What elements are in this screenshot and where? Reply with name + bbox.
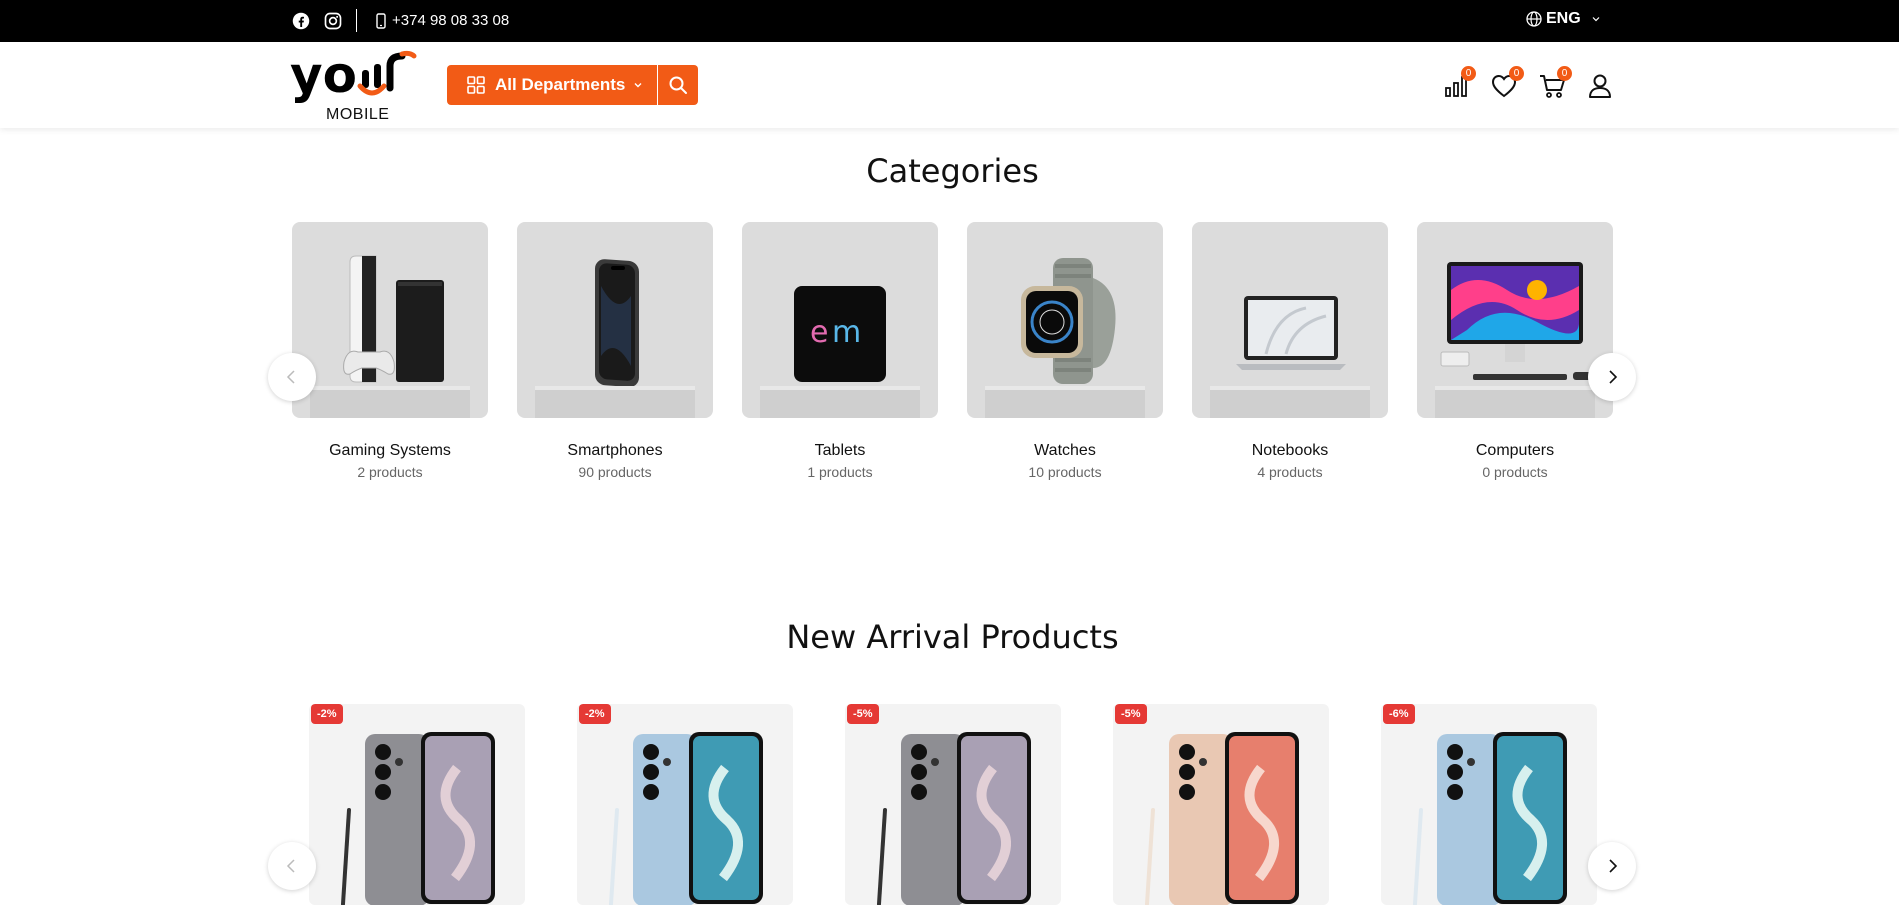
desktop-icon [1440, 262, 1593, 380]
svg-text:m: m [832, 315, 861, 350]
category-image [517, 222, 713, 418]
category-name: Watches [1034, 442, 1096, 459]
category-smartphones[interactable]: Smartphones 90 products [517, 222, 713, 480]
chevron-left-icon [286, 370, 295, 384]
product-card[interactable]: -5% [1113, 704, 1329, 905]
phone-image [341, 732, 495, 905]
category-computers[interactable]: Computers 0 products [1417, 222, 1613, 480]
smartphone-icon [595, 259, 639, 386]
top-bar: +374 98 08 33 08 ENG [0, 0, 1899, 42]
discount-badge: -2% [311, 704, 343, 724]
social-links [292, 12, 356, 30]
chevron-right-icon [1609, 859, 1618, 873]
language-selector[interactable]: ENG [1526, 10, 1605, 28]
wishlist-button[interactable]: 0 [1490, 66, 1538, 104]
category-count: 0 products [1482, 464, 1548, 480]
grid-icon [467, 76, 485, 94]
console-icon [343, 255, 444, 383]
site-header: yo MOBILE All Departments 0 0 0 [0, 42, 1899, 128]
category-notebooks[interactable]: Notebooks 4 products [1192, 222, 1388, 480]
chevron-down-icon [1592, 17, 1600, 22]
category-tablets[interactable]: e m Tablets 1 products [742, 222, 938, 480]
product-card[interactable]: -2% [577, 704, 793, 905]
globe-icon [1526, 11, 1542, 27]
category-watches[interactable]: Watches 10 products [967, 222, 1163, 480]
phone-image [1413, 732, 1567, 905]
category-image: e m [742, 222, 938, 418]
discount-badge: -5% [847, 704, 879, 724]
logo-mark: yo [290, 46, 417, 104]
category-count: 90 products [578, 464, 652, 480]
search-button[interactable] [658, 65, 698, 105]
instagram-icon[interactable] [324, 12, 342, 30]
product-card[interactable]: -2% [309, 704, 525, 905]
phone-image [877, 732, 1031, 905]
discount-badge: -5% [1115, 704, 1147, 724]
phone-icon [376, 12, 386, 29]
divider [356, 9, 357, 32]
category-image [1417, 222, 1613, 418]
phone-number: +374 98 08 33 08 [392, 12, 510, 29]
all-departments-button[interactable]: All Departments [447, 65, 657, 105]
compare-count-badge: 0 [1461, 66, 1476, 81]
products-prev-button[interactable] [268, 842, 316, 890]
account-button[interactable] [1586, 68, 1634, 104]
phone-image [1145, 732, 1299, 905]
facebook-icon[interactable] [292, 12, 310, 30]
category-name: Tablets [814, 442, 866, 459]
categories-title: Categories [866, 152, 1039, 190]
site-logo[interactable]: yo MOBILE [290, 46, 426, 123]
category-image [1192, 222, 1388, 418]
user-icon [1589, 74, 1611, 98]
svg-text:yo: yo [290, 48, 357, 104]
category-count: 1 products [807, 464, 873, 480]
chevron-right-icon [1609, 370, 1618, 384]
category-count: 4 products [1257, 464, 1323, 480]
cart-button[interactable]: 0 [1538, 66, 1586, 104]
category-name: Computers [1475, 442, 1555, 459]
wishlist-count-badge: 0 [1509, 66, 1524, 81]
category-count: 10 products [1028, 464, 1102, 480]
departments-label: All Departments [495, 75, 626, 94]
phone-link[interactable]: +374 98 08 33 08 [376, 12, 509, 29]
tablet-icon: e m [794, 286, 886, 382]
chevron-down-icon [634, 83, 642, 88]
svg-text:e: e [810, 315, 828, 350]
product-card[interactable]: -6% [1381, 704, 1597, 905]
laptop-icon [1236, 296, 1346, 370]
category-count: 2 products [357, 464, 423, 480]
products-next-button[interactable] [1588, 842, 1636, 890]
category-gaming-systems[interactable]: Gaming Systems 2 products [292, 222, 488, 480]
search-icon [669, 76, 687, 94]
compare-button[interactable]: 0 [1442, 66, 1490, 104]
watch-icon [1021, 258, 1116, 384]
category-name: Notebooks [1251, 442, 1329, 459]
phone-image [609, 732, 763, 905]
new-arrivals-title: New Arrival Products [786, 618, 1119, 656]
cart-count-badge: 0 [1557, 66, 1572, 81]
discount-badge: -2% [579, 704, 611, 724]
language-label: ENG [1546, 10, 1581, 27]
category-image [292, 222, 488, 418]
logo-subtitle: MOBILE [326, 106, 390, 123]
product-card[interactable]: -5% [845, 704, 1061, 905]
header-actions: 0 0 0 [1442, 66, 1634, 104]
category-image [967, 222, 1163, 418]
category-name: Gaming Systems [329, 442, 451, 459]
category-name: Smartphones [567, 442, 663, 459]
discount-badge: -6% [1383, 704, 1415, 724]
categories-next-button[interactable] [1588, 353, 1636, 401]
categories-prev-button[interactable] [268, 353, 316, 401]
chevron-left-icon [286, 859, 295, 873]
